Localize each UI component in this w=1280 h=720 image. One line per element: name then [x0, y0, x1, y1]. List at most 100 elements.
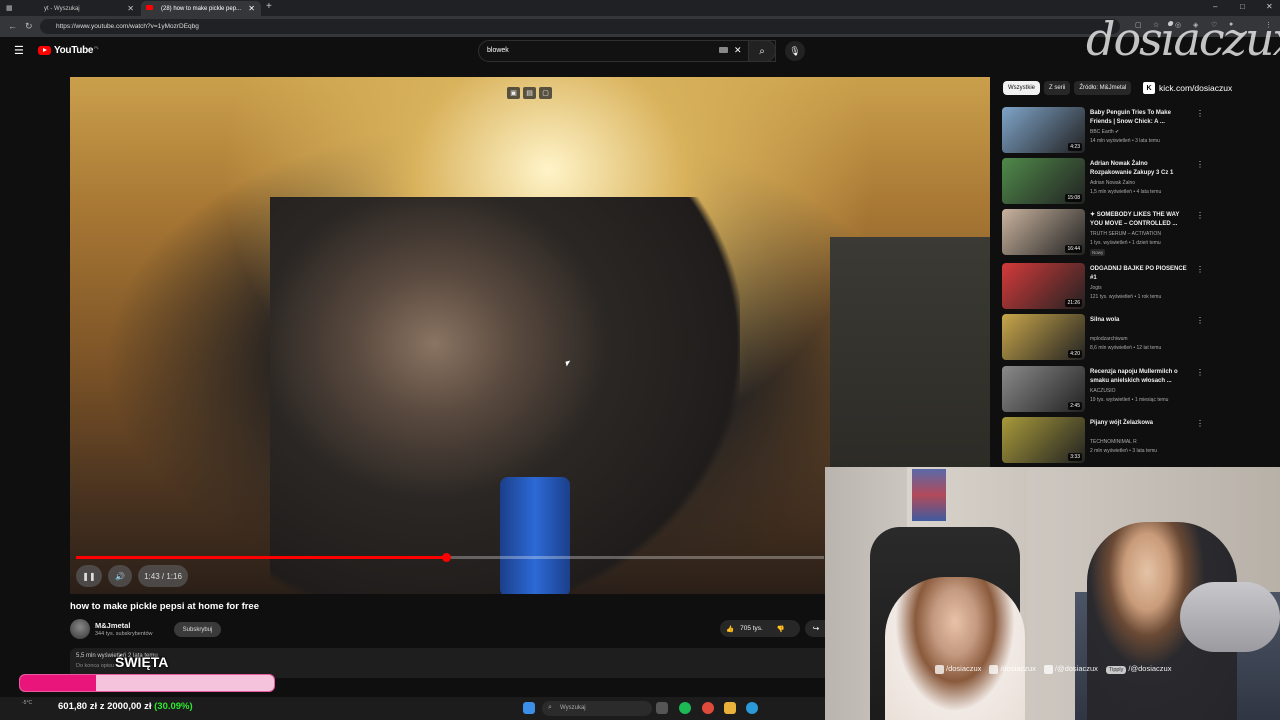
chip-series[interactable]: Z serii [1044, 81, 1071, 95]
recommendation-item[interactable]: 16:44 ✦ SOMEBODY LIKES THE WAY YOU MOVE –… [1002, 209, 1212, 257]
tab-search-icon[interactable]: ▦ [6, 4, 13, 12]
recommendation-channel[interactable]: TRUTH SERUM – ACTIVATION [1090, 231, 1161, 237]
social-youtube: /@dosiaczux [1043, 664, 1098, 674]
more-options-icon[interactable]: ⋮ [1196, 419, 1204, 428]
webcam-overlay [825, 467, 1280, 720]
recommendation-channel[interactable]: TECHNOMINIMAL R [1090, 439, 1137, 445]
progress-fill [76, 556, 447, 559]
chip-all[interactable]: Wszystkie [1003, 81, 1040, 95]
recommendation-item[interactable]: 15:08 Adrian Nowak Żalno Rozpakowanie Zak… [1002, 158, 1212, 206]
pip-icon[interactable]: ▣ [507, 87, 520, 99]
recommendation-title[interactable]: Silna wola [1090, 316, 1190, 325]
video-progress-bar[interactable] [76, 553, 824, 562]
logo-text: YouTube [54, 45, 94, 56]
edge-icon[interactable] [746, 702, 758, 714]
tab-close-icon[interactable]: ✕ [248, 4, 255, 13]
more-options-icon[interactable]: ⋮ [1196, 265, 1204, 274]
clear-search-icon[interactable]: ✕ [734, 45, 742, 56]
social-tipply: Tipply/@dosiaczux [1105, 664, 1171, 675]
browser-tab-search[interactable]: yt - Wyszukaj ✕ [24, 1, 140, 16]
recommendation-channel[interactable]: mplodzarchiwum [1090, 336, 1128, 342]
back-arrow-icon[interactable]: ← [8, 21, 17, 31]
tab-close-icon[interactable]: ✕ [127, 4, 134, 13]
video-thumbnail[interactable]: 16:44 [1002, 209, 1085, 255]
address-bar[interactable]: https://www.youtube.com/watch?v=1yMozrDE… [40, 19, 1120, 34]
recommendation-title[interactable]: Adrian Nowak Żalno Rozpakowanie Zakupy 3… [1090, 160, 1190, 178]
reload-icon[interactable]: ↻ [25, 21, 33, 32]
weather-widget[interactable]: -5°C [22, 700, 32, 706]
more-options-icon[interactable]: ⋮ [1196, 109, 1204, 118]
recommendation-channel[interactable]: KACZUSIO [1090, 388, 1116, 394]
windows-start-icon[interactable] [523, 702, 535, 714]
video-thumbnail[interactable]: 21:26 [1002, 263, 1085, 309]
duration-badge: 21:26 [1065, 299, 1082, 307]
goal-amount-text: 601,80 zł z 2000,00 zł [58, 701, 152, 712]
donation-goal-title: ŚWIĘTA [115, 654, 169, 670]
recommendation-item[interactable]: 2:45 Recenzja napoju Mullermilch o smaku … [1002, 366, 1212, 414]
video-thumbnail[interactable]: 4:23 [1002, 107, 1085, 153]
kick-icon: K [1143, 82, 1155, 94]
voice-search-button[interactable]: 🎙 [785, 41, 805, 61]
share-button[interactable]: ↪ [805, 620, 827, 637]
donation-goal-fill [20, 675, 97, 691]
close-window-button[interactable]: ✕ [1266, 2, 1273, 11]
search-input[interactable]: blowek ✕ [478, 40, 776, 62]
youtube-icon [1043, 664, 1053, 674]
like-button[interactable]: 👍 705 tys. 👎 [720, 620, 800, 637]
recommendation-meta: 2 mln wyświetleń • 3 lata temu [1090, 448, 1158, 454]
kick-link: K kick.com/dosiaczux [1143, 82, 1232, 94]
video-thumbnail[interactable]: 4:20 [1002, 314, 1085, 360]
donation-goal-amount: 601,80 zł z 2000,00 zł (30.09%) [58, 701, 193, 712]
more-options-icon[interactable]: ⋮ [1196, 368, 1204, 377]
taskbar-search[interactable]: ⌕ Wyszukaj [542, 701, 652, 716]
video-thumbnail[interactable]: 2:45 [1002, 366, 1085, 412]
youtube-logo[interactable]: YouTube PL [38, 45, 99, 56]
recommendation-item[interactable]: 3:33 Pijany wójt Żelazkowa TECHNOMINIMAL R… [1002, 417, 1212, 465]
recommendation-title[interactable]: ODGADNIJ BAJKE PO PIOSENCE #1 [1090, 265, 1190, 283]
recommendation-channel[interactable]: Jogis [1090, 285, 1102, 291]
search-button[interactable]: ⌕ [748, 40, 776, 62]
recommendation-channel[interactable]: Adrian Nowak Żalno [1090, 180, 1135, 186]
chip-source[interactable]: Źródło: M&Jmetal [1074, 81, 1132, 95]
video-thumbnail[interactable]: 15:08 [1002, 158, 1085, 204]
thumbs-up-icon: 👍 [726, 625, 735, 633]
stream-brand-logo: dosiaczux [1086, 12, 1280, 66]
recommendation-item[interactable]: 21:26 ODGADNIJ BAJKE PO PIOSENCE #1 Jogis 1… [1002, 263, 1212, 311]
pause-button[interactable]: ❚❚ [76, 565, 102, 587]
more-options-icon[interactable]: ⋮ [1196, 211, 1204, 220]
tiktok-icon [989, 664, 999, 674]
minimize-button[interactable]: – [1213, 2, 1217, 11]
video-thumbnail[interactable]: 3:33 [1002, 417, 1085, 463]
captions-icon[interactable]: ▤ [523, 87, 536, 99]
video-frame-pepsi-can [500, 477, 570, 594]
social-handles: /dosiaczux /dosiaczux /@dosiaczux Tipply… [935, 664, 1171, 675]
new-badge: Nowy [1090, 249, 1106, 256]
recommendation-item[interactable]: 4:23 Baby Penguin Tries To Make Friends |… [1002, 107, 1212, 155]
handle-text: /@dosiaczux [1054, 664, 1098, 673]
maximize-button[interactable]: □ [1240, 2, 1245, 11]
search-value: blowek [487, 47, 509, 54]
recommendation-title[interactable]: Baby Penguin Tries To Make Friends | Sno… [1090, 109, 1190, 127]
recommendation-title[interactable]: Pijany wójt Żelazkowa [1090, 419, 1190, 428]
thumbs-down-icon[interactable]: 👎 [777, 625, 785, 633]
recommendation-channel[interactable]: BBC Earth ✔ [1090, 129, 1119, 135]
keyboard-icon[interactable] [719, 47, 728, 53]
recommendation-title[interactable]: Recenzja napoju Mullermilch o smaku anie… [1090, 368, 1190, 386]
channel-name[interactable]: M&Jmetal [95, 621, 130, 630]
file-explorer-icon[interactable] [724, 702, 736, 714]
popout-icon[interactable]: ▢ [539, 87, 552, 99]
channel-avatar[interactable] [70, 619, 90, 639]
hamburger-menu-icon[interactable]: ☰ [14, 44, 24, 57]
subscribe-button[interactable]: Subskrybuj [174, 622, 221, 637]
duration-badge: 4:23 [1068, 143, 1082, 151]
browser-tab-video[interactable]: (28) how to make pickle pep... ✕ [141, 1, 261, 16]
new-tab-button[interactable]: + [266, 1, 272, 12]
more-options-icon[interactable]: ⋮ [1196, 316, 1204, 325]
recommendation-item[interactable]: 4:20 Silna wola mplodzarchiwum 8,6 mln wyśw… [1002, 314, 1212, 362]
recommendation-title[interactable]: ✦ SOMEBODY LIKES THE WAY YOU MOVE – CONT… [1090, 211, 1190, 229]
volume-button[interactable]: 🔊 [108, 565, 132, 587]
more-options-icon[interactable]: ⋮ [1196, 160, 1204, 169]
task-view-icon[interactable] [656, 702, 668, 714]
chrome-icon[interactable] [702, 702, 714, 714]
spotify-icon[interactable] [679, 702, 691, 714]
